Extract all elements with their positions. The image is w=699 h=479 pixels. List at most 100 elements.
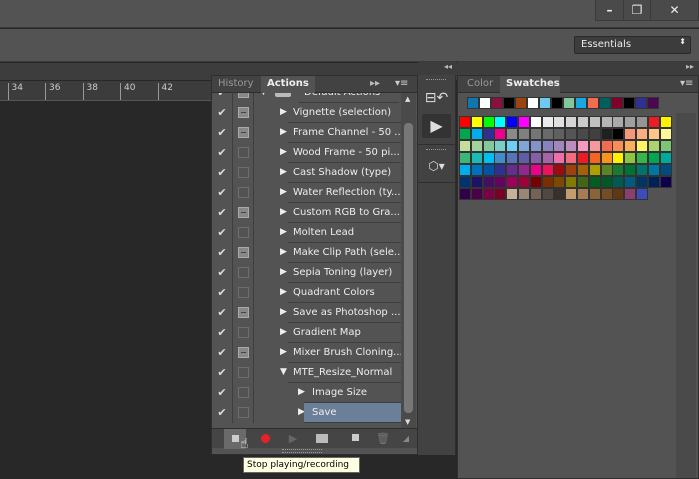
swatch[interactable] [636,140,648,152]
swatch[interactable] [659,152,672,164]
swatch[interactable] [506,164,519,176]
swatch[interactable] [577,152,589,164]
toggle-check-icon[interactable]: ✔ [212,163,233,183]
swatch[interactable] [636,164,648,176]
swatch[interactable] [506,128,519,140]
toggle-check-icon[interactable]: ✔ [212,403,233,423]
swatch[interactable] [553,188,566,200]
swatch[interactable] [588,188,601,200]
swatch[interactable] [459,128,471,140]
swatch[interactable] [565,176,578,188]
scrollbar-thumb[interactable] [404,123,413,413]
swatch[interactable] [553,176,566,188]
panel-grip[interactable] [426,149,446,152]
collapse-icon[interactable]: ▸▸ [370,76,380,93]
swatch[interactable] [612,188,625,200]
swatch[interactable] [494,176,507,188]
swatch[interactable] [506,176,519,188]
swatch[interactable] [612,116,625,128]
collapsed-triangle-icon[interactable]: ▶ [280,287,287,297]
folder-icon[interactable] [311,429,333,449]
swatch[interactable] [541,152,554,164]
swatch[interactable] [529,140,542,152]
swatch[interactable] [529,176,542,188]
history-panel-icon[interactable]: ⊟↶ [422,86,451,110]
swatch[interactable] [541,128,554,140]
action-item[interactable]: ✔ ▼ MTE_Resize_Normal [212,363,402,383]
expanded-triangle-icon[interactable]: ▼ [280,367,287,377]
action-item[interactable]: ✔ ▶ Gradient Map [212,323,402,343]
dialog-toggle[interactable] [234,323,254,343]
action-item[interactable]: ✔ ▶ Make Clip Path (sele... [212,243,402,263]
swatch[interactable] [482,128,495,140]
swatch[interactable] [636,116,648,128]
swatch[interactable] [459,140,471,152]
swatch[interactable] [470,188,483,200]
swatch[interactable] [612,152,625,164]
action-item[interactable]: ✔ ▶ Molten Lead [212,223,402,243]
toggle-check-icon[interactable]: ✔ [212,93,233,103]
swatch[interactable] [553,152,566,164]
swatch[interactable] [506,188,519,200]
recent-swatch[interactable] [563,97,575,109]
swatch[interactable] [612,176,625,188]
swatch[interactable] [565,116,578,128]
swatch[interactable] [659,164,672,176]
swatch[interactable] [518,152,530,164]
toggle-check-icon[interactable]: ✔ [212,223,233,243]
swatch[interactable] [529,152,542,164]
swatch[interactable] [647,128,660,140]
swatch[interactable] [553,116,566,128]
toggle-check-icon[interactable]: ✔ [212,343,233,363]
swatch[interactable] [600,140,613,152]
swatch[interactable] [565,164,578,176]
record-icon[interactable] [254,429,276,449]
swatch[interactable] [647,176,660,188]
panel-menu-icon[interactable]: ▾≡ [395,76,408,93]
recent-swatch[interactable] [539,97,551,109]
action-item[interactable]: ✔ ▶ Water Reflection (ty... [212,183,402,203]
swatch[interactable] [541,140,554,152]
restore-button[interactable]: ❐ [623,0,651,21]
panel-menu-icon[interactable]: ▾≡ [680,76,693,93]
swatch[interactable] [529,128,542,140]
close-button[interactable]: ✕ [650,0,699,21]
swatch[interactable] [636,176,648,188]
swatch[interactable] [577,116,589,128]
recent-swatch[interactable] [587,97,599,109]
collapsed-triangle-icon[interactable]: ▶ [280,267,287,277]
swatch[interactable] [553,128,566,140]
swatch[interactable] [565,152,578,164]
swatch[interactable] [482,188,495,200]
toggle-check-icon[interactable]: ✔ [212,383,233,403]
toggle-check-icon[interactable]: ✔ [212,103,233,123]
recent-swatch[interactable] [479,97,491,109]
collapsed-triangle-icon[interactable]: ▶ [280,307,287,317]
tab-actions[interactable]: Actions [261,76,315,93]
workspace-select[interactable]: Essentials ⬍ [574,36,691,54]
swatch[interactable] [624,140,637,152]
swatch[interactable] [470,116,483,128]
swatch[interactable] [529,164,542,176]
swatch[interactable] [459,176,471,188]
recent-swatch[interactable] [551,97,563,109]
toggle-check-icon[interactable]: ✔ [212,263,233,283]
swatch[interactable] [506,140,519,152]
3d-panel-icon[interactable]: ⬡▾ [422,154,451,178]
swatch[interactable] [600,176,613,188]
swatch[interactable] [577,188,589,200]
recent-swatch[interactable] [491,97,503,109]
recent-swatch[interactable] [635,97,647,109]
tab-color[interactable]: Color [461,76,499,93]
swatch[interactable] [482,152,495,164]
toggle-check-icon[interactable]: ✔ [212,323,233,343]
swatch[interactable] [600,128,613,140]
swatch[interactable] [624,152,637,164]
recent-swatch[interactable] [575,97,587,109]
swatch[interactable] [588,116,601,128]
swatch[interactable] [553,164,566,176]
swatch[interactable] [659,176,672,188]
swatch[interactable] [588,164,601,176]
swatch[interactable] [470,164,483,176]
action-item[interactable]: ✔ ▶ Mixer Brush Cloning... [212,343,402,363]
